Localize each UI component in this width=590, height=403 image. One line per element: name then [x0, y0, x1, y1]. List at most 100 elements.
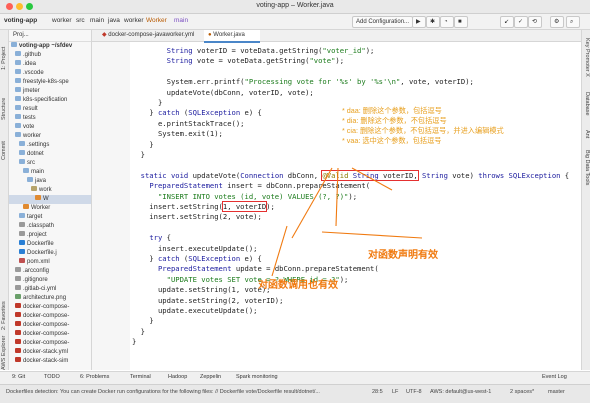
- tree-item[interactable]: docker-compose-: [9, 303, 91, 312]
- spark-monitoring-tool-button[interactable]: Spark monitoring: [236, 374, 278, 380]
- caret-position[interactable]: 28:5: [372, 389, 383, 395]
- code-line[interactable]: e.printStackTrace();: [132, 119, 245, 128]
- breadcrumb-src[interactable]: src: [76, 17, 85, 24]
- breadcrumb-main[interactable]: main: [90, 17, 104, 24]
- tree-item[interactable]: .vscode: [9, 69, 91, 78]
- tree-item[interactable]: Dockerfile.j: [9, 249, 91, 258]
- tree-item[interactable]: Worker: [9, 204, 91, 213]
- aws-explorer-tool-tab[interactable]: AWS Explorer: [1, 336, 7, 370]
- tree-item[interactable]: jmeter: [9, 87, 91, 96]
- tree-item[interactable]: docker-compose-: [9, 312, 91, 321]
- code-line[interactable]: insert.setString(2, vote);: [132, 212, 262, 221]
- debug-icon[interactable]: ✱: [426, 16, 440, 28]
- tree-item[interactable]: docker-compose-: [9, 321, 91, 330]
- code-line[interactable]: }: [132, 327, 145, 336]
- tree-item[interactable]: worker: [9, 132, 91, 141]
- tree-item[interactable]: freestyle-k8s-spe: [9, 78, 91, 87]
- tree-item[interactable]: .arcconfig: [9, 267, 91, 276]
- line-separator[interactable]: LF: [392, 389, 398, 395]
- tree-item[interactable]: W: [9, 195, 91, 204]
- code-line[interactable]: }: [132, 98, 162, 107]
- coverage-icon[interactable]: ◔: [440, 16, 454, 28]
- code-line[interactable]: update.executeUpdate();: [132, 306, 258, 315]
- tree-item[interactable]: Dockerfile: [9, 240, 91, 249]
- git-branch[interactable]: master: [548, 389, 565, 395]
- aws-connection[interactable]: AWS: default@us-west-1: [430, 389, 491, 395]
- code-view[interactable]: String voterID = voteData.getString("vot…: [132, 42, 572, 370]
- todo-tool-button[interactable]: TODO: [44, 374, 60, 380]
- tree-item[interactable]: src: [9, 159, 91, 168]
- code-line[interactable]: update.setString(1, vote);: [132, 285, 271, 294]
- code-line[interactable]: insert.executeUpdate();: [132, 244, 258, 253]
- project-tool-tab[interactable]: 1: Project: [1, 47, 7, 70]
- tree-item[interactable]: result: [9, 105, 91, 114]
- code-line[interactable]: insert.setString(1, voterID);: [132, 201, 275, 212]
- code-line[interactable]: }: [132, 140, 153, 149]
- breadcrumb-package[interactable]: worker: [124, 17, 144, 24]
- file-encoding[interactable]: UTF-8: [406, 389, 422, 395]
- code-line[interactable]: } catch (SQLException e) {: [132, 108, 262, 117]
- code-line[interactable]: try {: [132, 233, 171, 242]
- breadcrumb-worker[interactable]: worker: [52, 17, 72, 24]
- tree-item[interactable]: .idea: [9, 60, 91, 69]
- tree-item[interactable]: main: [9, 168, 91, 177]
- breadcrumb-class[interactable]: Worker: [146, 17, 167, 24]
- search-icon[interactable]: ⌕: [566, 16, 580, 28]
- tree-item[interactable]: target: [9, 213, 91, 222]
- editor-gutter[interactable]: [92, 42, 130, 370]
- breadcrumb-method[interactable]: main: [174, 17, 188, 24]
- breadcrumb-java[interactable]: java: [108, 17, 120, 24]
- tree-item[interactable]: architecture.png: [9, 294, 91, 303]
- tree-item[interactable]: .github: [9, 51, 91, 60]
- tree-item[interactable]: pom.xml: [9, 258, 91, 267]
- tree-item[interactable]: k8s-specification: [9, 96, 91, 105]
- code-line[interactable]: PreparedStatement update = dbConn.prepar…: [132, 264, 379, 273]
- code-line[interactable]: System.err.printf("Processing vote for '…: [132, 77, 474, 86]
- tree-item[interactable]: tests: [9, 114, 91, 123]
- terminal-tool-button[interactable]: Terminal: [130, 374, 151, 380]
- code-line[interactable]: }: [132, 150, 145, 159]
- favorites-tool-tab[interactable]: 2: Favorites: [1, 301, 7, 330]
- tab-docker-compose-javaworker[interactable]: ◆ docker-compose-javaworker.yml: [98, 30, 204, 41]
- add-configuration-button[interactable]: Add Configuration...: [352, 16, 414, 28]
- git-tool-button[interactable]: 9: Git: [12, 374, 25, 380]
- code-line[interactable]: } catch (SQLException e) {: [132, 254, 262, 263]
- structure-tool-tab[interactable]: Structure: [1, 98, 7, 120]
- tree-item[interactable]: docker-stack.yml: [9, 348, 91, 357]
- stop-icon[interactable]: ■: [454, 16, 468, 28]
- run-icon[interactable]: ▶: [412, 16, 426, 28]
- ant-tool-tab[interactable]: Ant: [584, 130, 590, 138]
- event-log-tool-button[interactable]: Event Log: [542, 374, 567, 380]
- code-line[interactable]: }: [132, 337, 136, 346]
- code-line[interactable]: updateVote(dbConn, voterID, vote);: [132, 88, 314, 97]
- code-line[interactable]: static void updateVote(Connection dbConn…: [132, 169, 569, 181]
- code-line[interactable]: String vote = voteData.getString("vote")…: [132, 56, 344, 65]
- breadcrumb-project[interactable]: voting-app: [4, 17, 37, 24]
- zeppelin-tool-button[interactable]: Zeppelin: [200, 374, 221, 380]
- code-line[interactable]: String voterID = voteData.getString("vot…: [132, 46, 375, 55]
- tree-item[interactable]: voting-app ~/sfdev: [9, 42, 91, 51]
- status-message[interactable]: Dockerfiles detection: You can create Do…: [6, 389, 366, 395]
- tree-item[interactable]: docker-stack-sim: [9, 357, 91, 366]
- code-line[interactable]: PreparedStatement insert = dbConn.prepar…: [132, 181, 370, 190]
- vcs-update-icon[interactable]: ↙: [500, 16, 514, 28]
- tree-item[interactable]: docker-compose-: [9, 339, 91, 348]
- tree-item[interactable]: .settings: [9, 141, 91, 150]
- code-line[interactable]: update.setString(2, voterID);: [132, 296, 284, 305]
- commit-tool-tab[interactable]: Commit: [1, 141, 7, 160]
- key-promoter-tool-tab[interactable]: Key Promoter X: [584, 38, 590, 77]
- history-icon[interactable]: ⟲: [528, 16, 542, 28]
- tree-item[interactable]: .gitlab-ci.yml: [9, 285, 91, 294]
- project-panel-title[interactable]: Proj...: [13, 32, 29, 38]
- hadoop-tool-button[interactable]: Hadoop: [168, 374, 187, 380]
- code-line[interactable]: "INSERT INTO votes (id, vote) VALUES (?,…: [132, 192, 357, 201]
- big-data-tools-tab[interactable]: Big Data Tools: [584, 150, 590, 185]
- code-line[interactable]: System.exit(1);: [132, 129, 223, 138]
- tree-item[interactable]: java: [9, 177, 91, 186]
- tree-item[interactable]: .classpath: [9, 222, 91, 231]
- indent-setting[interactable]: 2 spaces*: [510, 389, 534, 395]
- tree-item[interactable]: dotnet: [9, 150, 91, 159]
- database-tool-tab[interactable]: Database: [584, 92, 590, 116]
- code-line[interactable]: }: [132, 316, 153, 325]
- vcs-commit-icon[interactable]: ✓: [514, 16, 528, 28]
